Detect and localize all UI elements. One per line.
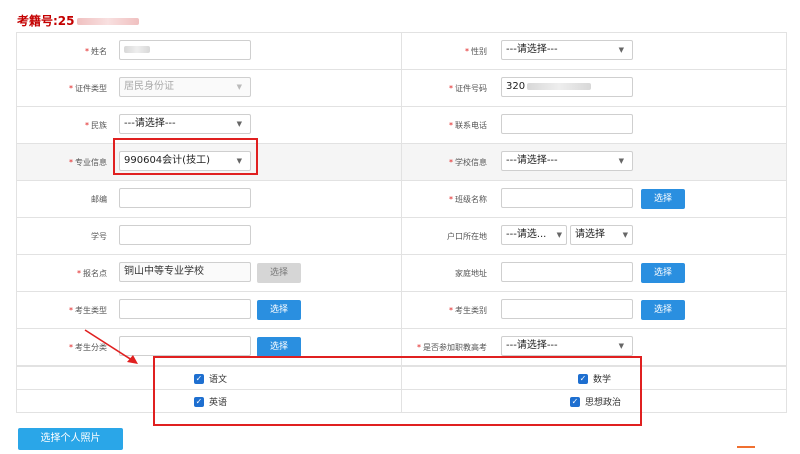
candidate-category-input[interactable] [501, 299, 633, 319]
chevron-down-icon: ▼ [618, 157, 624, 165]
chevron-down-icon: ▼ [236, 83, 242, 91]
chevron-down-icon: ▼ [618, 46, 624, 54]
signup-point-input[interactable]: 铜山中等专业学校 [119, 262, 251, 282]
school-label: * 学校信息 [449, 158, 487, 167]
hukou-city-select[interactable]: 请选择 ▼ [570, 225, 633, 245]
orange-mark [737, 446, 755, 448]
candidate-type-button[interactable]: 选择 [257, 300, 301, 320]
name-input[interactable] [119, 40, 251, 60]
hukou-province-select[interactable]: ---请选... ▼ [501, 225, 567, 245]
candidate-class-button[interactable]: 选择 [257, 337, 301, 357]
annotation-arrow-icon [84, 329, 138, 364]
hukou-label: 户口所在地 [447, 232, 487, 241]
student-number-label: 学号 [91, 232, 107, 241]
student-info-form: * 姓名 * 性别 ---请选择--- ▼ * 证件类型 居民身份证 ▼ * 证件号码 32… [16, 32, 787, 366]
gender-label: * 性别 [465, 47, 487, 56]
id-number-label: * 证件号码 [449, 84, 487, 93]
name-label: * 姓名 [85, 47, 107, 56]
ethnicity-select[interactable]: ---请选择--- ▼ [119, 114, 251, 134]
exam-number: 考籍号:25 [17, 12, 139, 29]
candidate-type-label: * 考生类型 [69, 306, 107, 315]
ethnicity-label: * 民族 [85, 121, 107, 130]
address-label: 家庭地址 [455, 269, 487, 278]
chevron-down-icon: ▼ [622, 231, 628, 239]
postcode-label: 邮编 [91, 195, 107, 204]
candidate-category-label: * 考生类别 [449, 306, 487, 315]
school-select[interactable]: ---请选择--- ▼ [501, 151, 633, 171]
choose-photo-button[interactable]: 选择个人照片 [18, 428, 123, 450]
form-row: 学号 户口所在地 ---请选... ▼ 请选择 ▼ [17, 218, 786, 255]
id-type-select[interactable]: 居民身份证 ▼ [119, 77, 251, 97]
chevron-down-icon: ▼ [556, 231, 562, 239]
address-select-button[interactable]: 选择 [641, 263, 685, 283]
phone-label: * 联系电话 [449, 121, 487, 130]
class-label: * 班级名称 [449, 195, 487, 204]
gender-select[interactable]: ---请选择--- ▼ [501, 40, 633, 60]
vocational-exam-select[interactable]: ---请选择--- ▼ [501, 336, 633, 356]
signup-point-label: * 报名点 [77, 269, 107, 278]
highlight-box [113, 138, 258, 175]
redacted-text [76, 18, 139, 25]
phone-input[interactable] [501, 114, 633, 134]
id-type-label: * 证件类型 [69, 84, 107, 93]
form-row: * 考生类型 选择 * 考生类别 选择 [17, 292, 786, 329]
id-number-input[interactable]: 320 [501, 77, 633, 97]
highlight-box [153, 356, 642, 426]
candidate-category-button[interactable]: 选择 [641, 300, 685, 320]
form-row: * 证件类型 居民身份证 ▼ * 证件号码 320 [17, 70, 786, 107]
chevron-down-icon: ▼ [236, 120, 242, 128]
chevron-down-icon: ▼ [618, 342, 624, 350]
postcode-input[interactable] [119, 188, 251, 208]
student-number-input[interactable] [119, 225, 251, 245]
form-row: 邮编 * 班级名称 选择 [17, 181, 786, 218]
form-row: * 报名点 铜山中等专业学校 选择 家庭地址 选择 [17, 255, 786, 292]
major-label: * 专业信息 [69, 158, 107, 167]
form-row: * 姓名 * 性别 ---请选择--- ▼ [17, 33, 786, 70]
class-select-button[interactable]: 选择 [641, 189, 685, 209]
vocational-exam-label: * 是否参加职教高考 [417, 343, 487, 352]
signup-select-button[interactable]: 选择 [257, 263, 301, 283]
candidate-type-input[interactable] [119, 299, 251, 319]
class-input[interactable] [501, 188, 633, 208]
address-input[interactable] [501, 262, 633, 282]
